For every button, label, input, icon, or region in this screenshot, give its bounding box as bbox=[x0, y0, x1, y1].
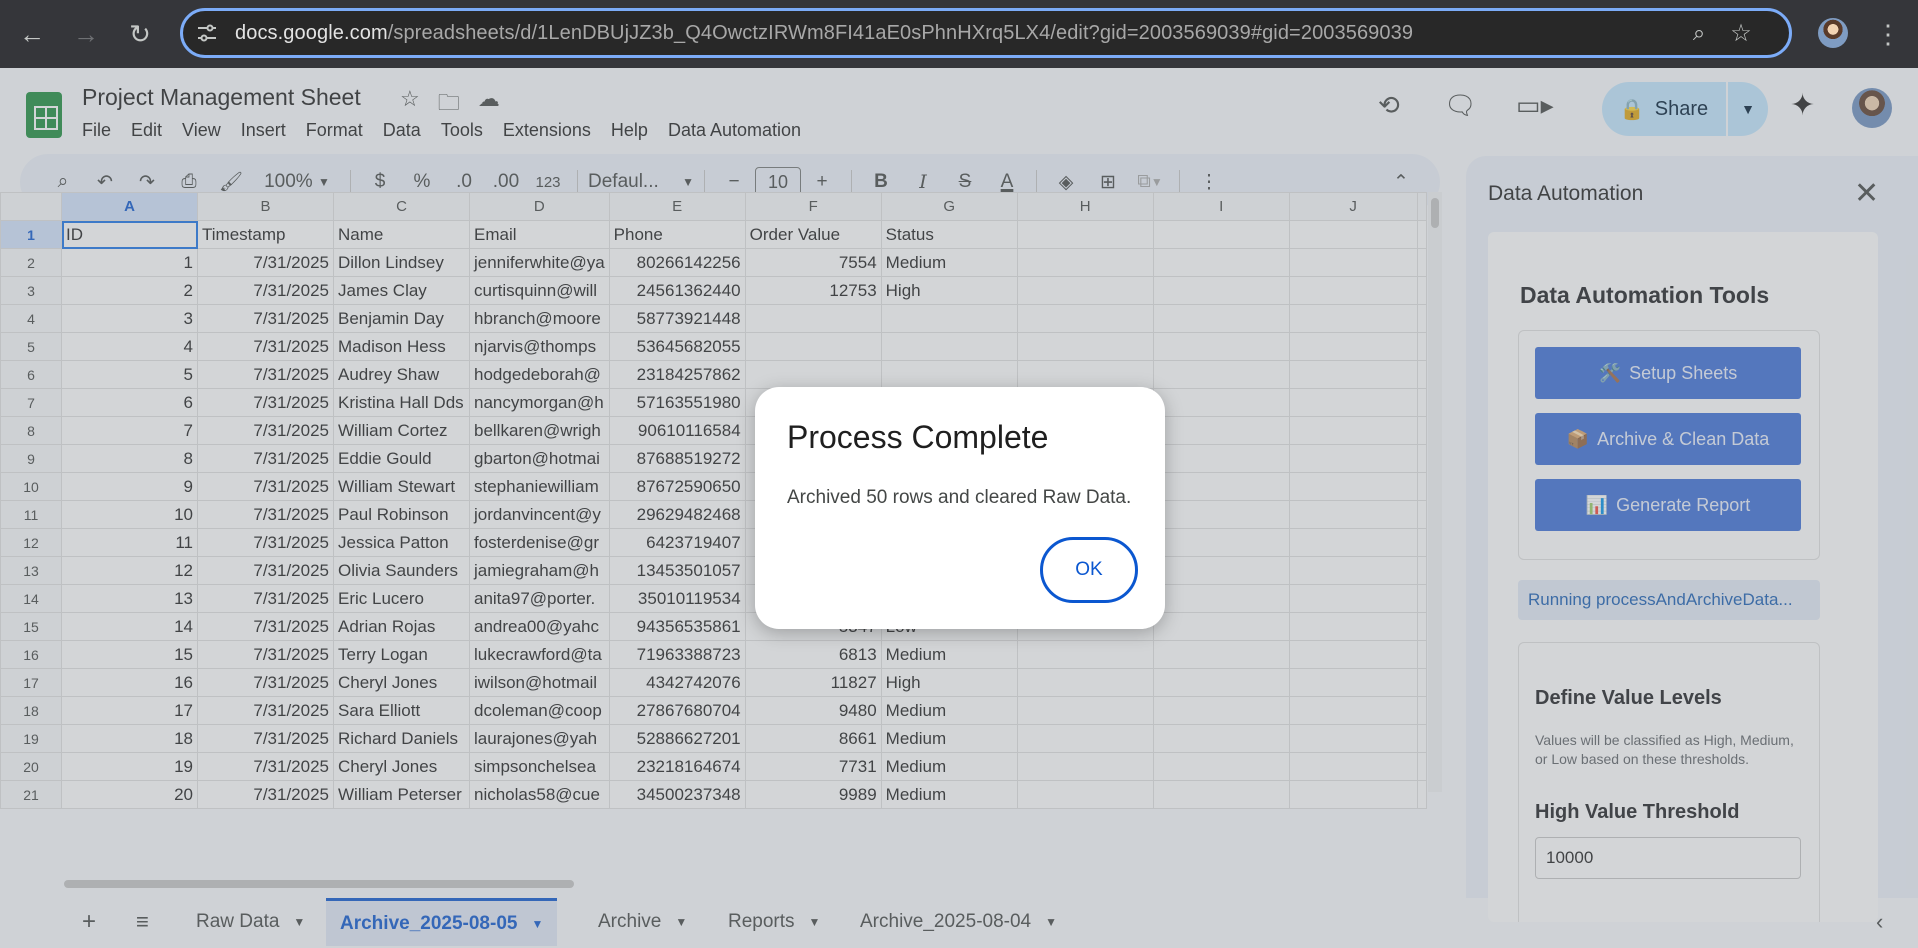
back-icon[interactable]: ← bbox=[14, 16, 50, 52]
site-settings-icon[interactable] bbox=[195, 21, 219, 45]
zoom-icon[interactable]: ⌕ bbox=[1681, 15, 1717, 51]
profile-avatar[interactable] bbox=[1818, 18, 1848, 48]
url-text: docs.google.com/spreadsheets/d/1LenDBUjJ… bbox=[235, 21, 1414, 44]
browser-toolbar: ← → ↻ docs.google.com/spreadsheets/d/1Le… bbox=[0, 0, 1918, 68]
address-bar[interactable]: docs.google.com/spreadsheets/d/1LenDBUjJ… bbox=[180, 8, 1792, 58]
browser-menu-icon[interactable]: ⋮ bbox=[1870, 16, 1906, 52]
forward-icon[interactable]: → bbox=[68, 16, 104, 52]
dialog-title: Process Complete bbox=[787, 419, 1049, 455]
dialog-message: Archived 50 rows and cleared Raw Data. bbox=[787, 487, 1132, 508]
reload-icon[interactable]: ↻ bbox=[122, 16, 158, 52]
bookmark-star-icon[interactable]: ☆ bbox=[1723, 15, 1759, 51]
ok-button[interactable]: OK bbox=[1040, 537, 1138, 603]
process-complete-dialog: Process Complete Archived 50 rows and cl… bbox=[755, 387, 1165, 629]
